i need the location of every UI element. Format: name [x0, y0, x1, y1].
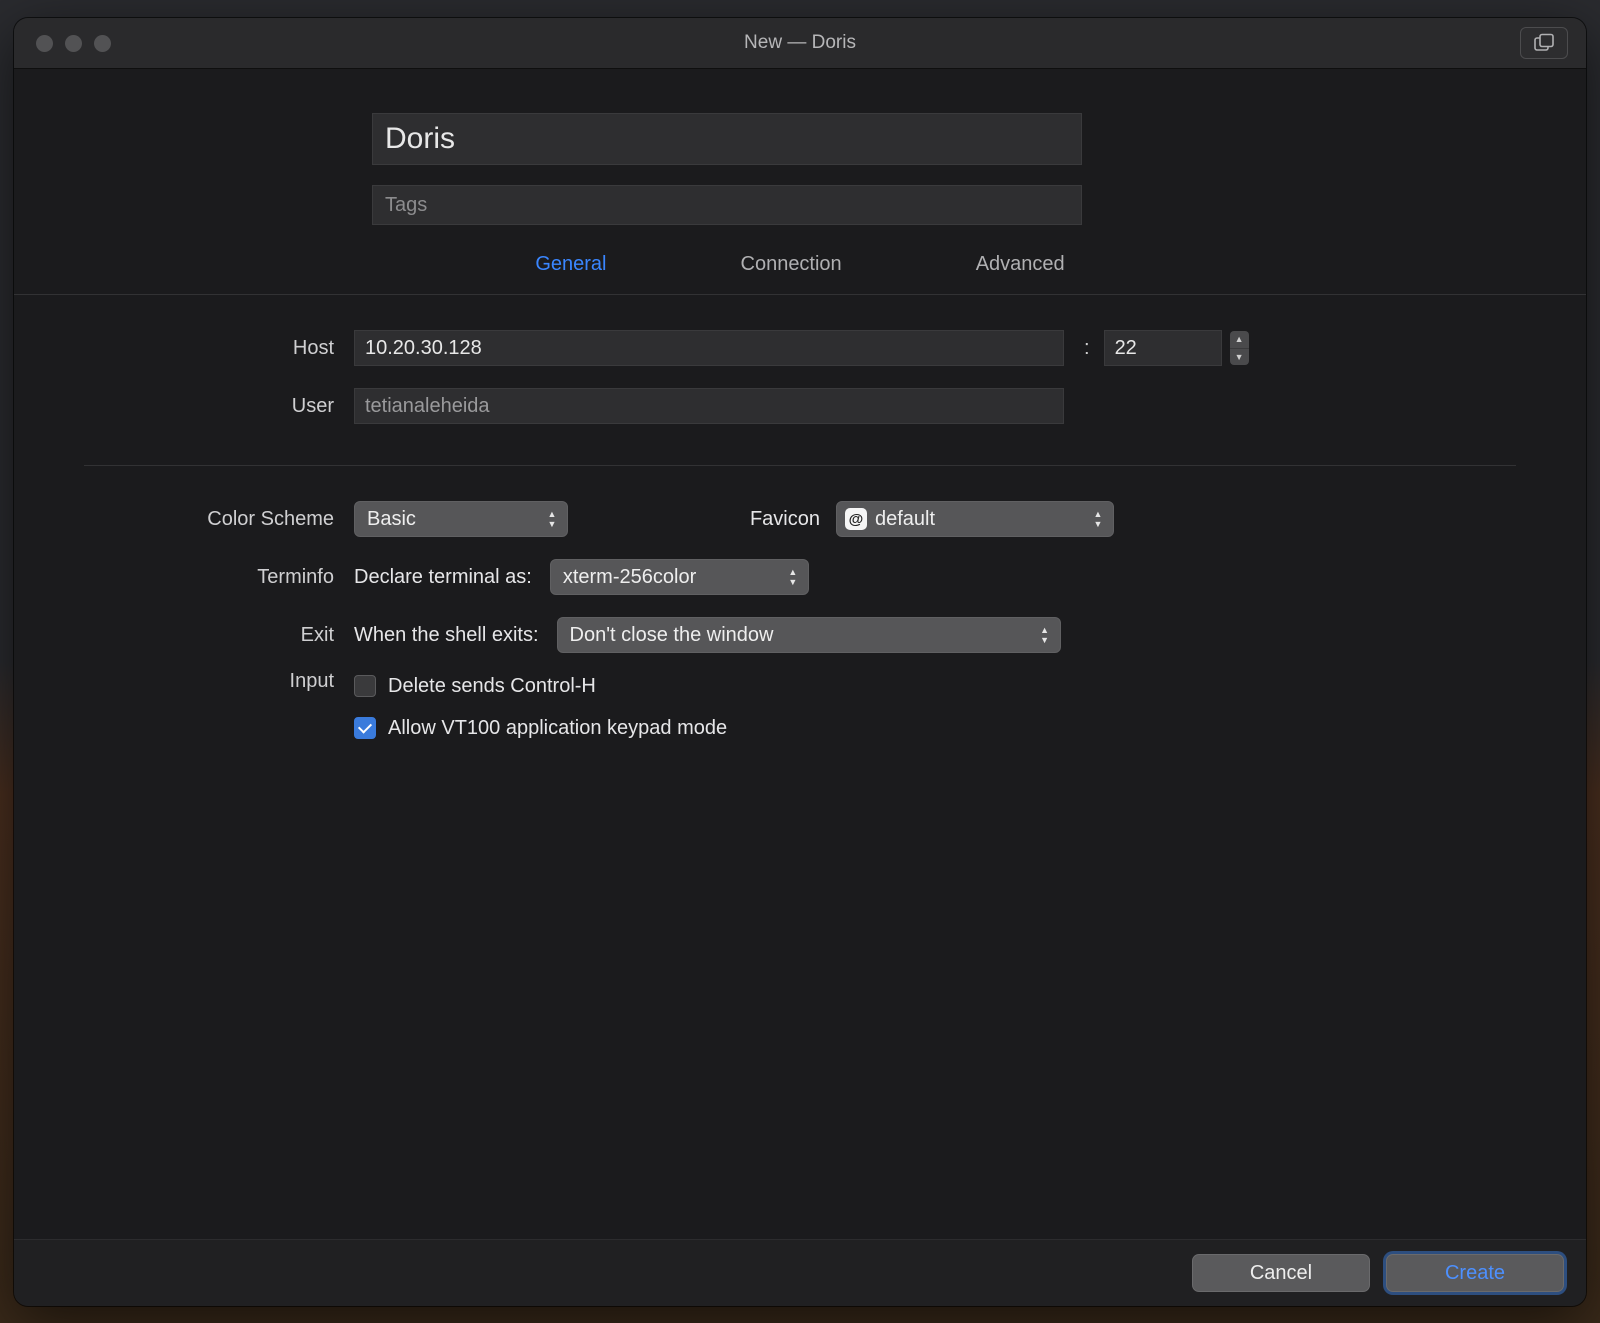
port-input[interactable]: [1104, 330, 1222, 366]
terminfo-select[interactable]: xterm-256color ▲▼: [550, 559, 809, 595]
chevron-up-down-icon: ▲▼: [545, 502, 559, 536]
vt100-keypad-label: Allow VT100 application keypad mode: [388, 717, 727, 740]
favicon-value: default: [875, 508, 935, 531]
titlebar: New — Doris: [14, 18, 1586, 69]
user-input[interactable]: [354, 388, 1064, 424]
duplicate-window-button[interactable]: [1520, 27, 1568, 59]
host-port-separator: :: [1076, 337, 1092, 360]
tab-advanced[interactable]: Advanced: [974, 249, 1067, 280]
window-controls: [36, 35, 111, 52]
color-scheme-label: Color Scheme: [14, 508, 354, 531]
favicon-select[interactable]: @ default ▲▼: [836, 501, 1114, 537]
tags-input[interactable]: [372, 185, 1082, 225]
connection-section: Host : ▲ ▼ User: [14, 295, 1586, 441]
settings-section: Color Scheme Basic ▲▼ Favicon @ default …: [14, 466, 1586, 756]
tab-general[interactable]: General: [533, 249, 608, 280]
terminfo-text: Declare terminal as:: [354, 566, 532, 589]
vt100-keypad-checkbox[interactable]: [354, 717, 376, 739]
exit-text: When the shell exits:: [354, 624, 539, 647]
color-scheme-value: Basic: [367, 508, 416, 531]
dialog-footer: Cancel Create: [14, 1239, 1586, 1306]
favicon-label: Favicon: [750, 508, 820, 531]
chevron-down-icon: ▼: [1230, 349, 1249, 366]
exit-behavior-select[interactable]: Don't close the window ▲▼: [557, 617, 1061, 653]
tabs: General Connection Advanced: [14, 249, 1586, 280]
delete-sends-ctrl-h-label: Delete sends Control-H: [388, 675, 596, 698]
connection-name-input[interactable]: [372, 113, 1082, 165]
header-zone: [14, 69, 1586, 225]
exit-behavior-value: Don't close the window: [570, 624, 774, 647]
host-label: Host: [14, 337, 354, 360]
chevron-up-down-icon: ▲▼: [1091, 502, 1105, 536]
at-sign-icon: @: [845, 508, 867, 530]
exit-label: Exit: [14, 624, 354, 647]
input-label: Input: [14, 670, 354, 693]
close-window-button[interactable]: [36, 35, 53, 52]
terminfo-label: Terminfo: [14, 566, 354, 589]
chevron-up-down-icon: ▲▼: [786, 560, 800, 594]
duplicate-icon: [1533, 33, 1555, 53]
user-label: User: [14, 395, 354, 418]
create-button[interactable]: Create: [1386, 1254, 1564, 1292]
terminfo-value: xterm-256color: [563, 566, 696, 589]
zoom-window-button[interactable]: [94, 35, 111, 52]
chevron-up-icon: ▲: [1230, 331, 1249, 349]
window-title: New — Doris: [14, 32, 1586, 54]
app-window: New — Doris General Connection Advanced …: [14, 18, 1586, 1306]
tab-connection[interactable]: Connection: [739, 249, 844, 280]
delete-sends-ctrl-h-checkbox[interactable]: [354, 675, 376, 697]
cancel-button[interactable]: Cancel: [1192, 1254, 1370, 1292]
chevron-up-down-icon: ▲▼: [1038, 618, 1052, 652]
color-scheme-select[interactable]: Basic ▲▼: [354, 501, 568, 537]
port-stepper[interactable]: ▲ ▼: [1230, 331, 1249, 365]
host-input[interactable]: [354, 330, 1064, 366]
minimize-window-button[interactable]: [65, 35, 82, 52]
